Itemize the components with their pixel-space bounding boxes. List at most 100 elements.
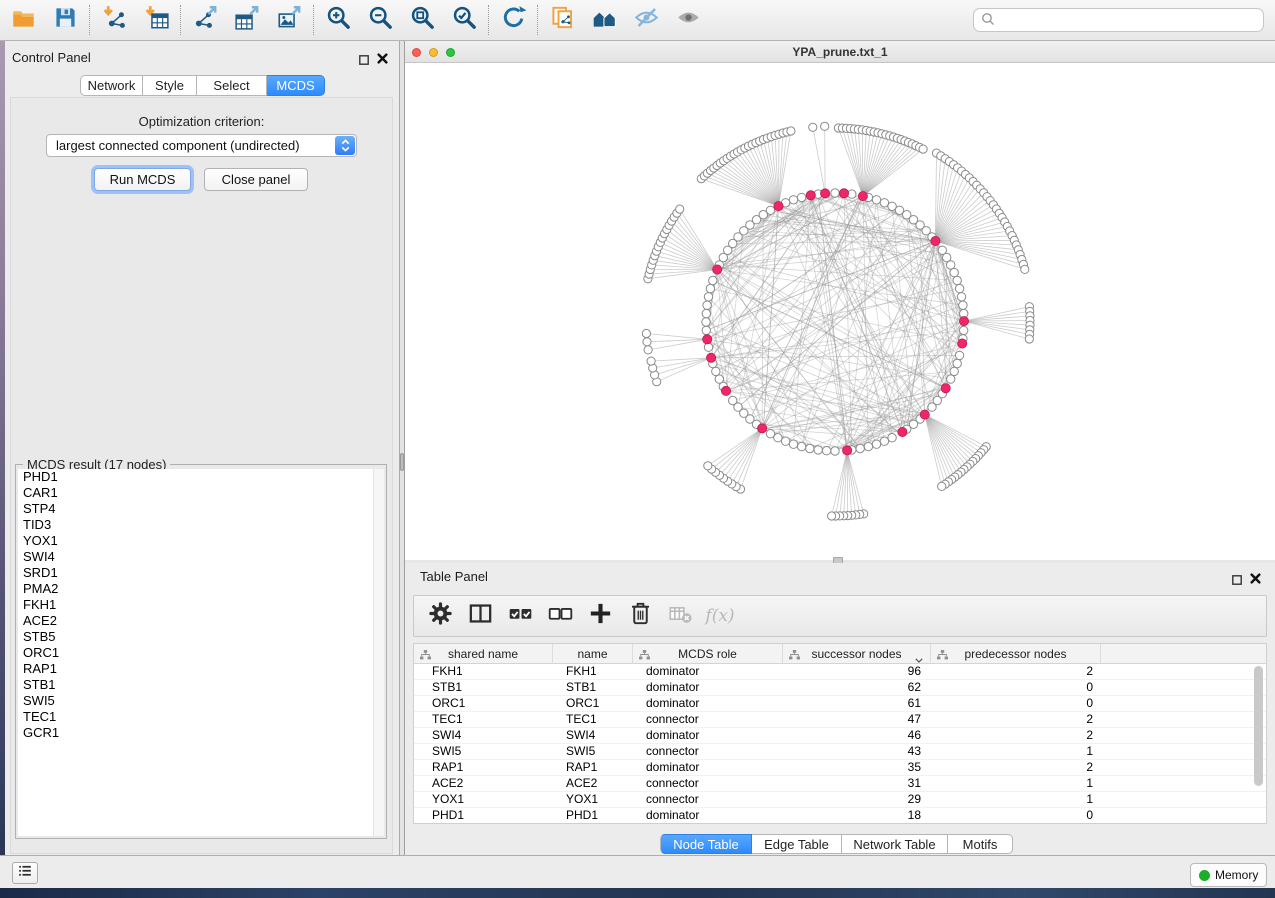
cell[interactable]: dominator	[633, 664, 783, 679]
import-table-button[interactable]	[141, 6, 171, 34]
tab-node-table[interactable]: Node Table	[660, 834, 752, 854]
table-row[interactable]: SWI5SWI5connector431	[414, 744, 1266, 760]
table-row[interactable]: ACE2ACE2connector311	[414, 776, 1266, 792]
status-menu-button[interactable]	[12, 862, 38, 884]
refresh-button[interactable]	[498, 6, 528, 34]
cell[interactable]: FKH1	[414, 664, 553, 679]
table-row[interactable]: TEC1TEC1connector472	[414, 712, 1266, 728]
cell[interactable]: connector	[633, 776, 783, 791]
cell[interactable]: dominator	[633, 760, 783, 775]
memory-button[interactable]: Memory	[1190, 863, 1267, 887]
cell[interactable]: 2	[931, 728, 1101, 743]
column-header-shared-name[interactable]: shared name	[414, 644, 553, 664]
tab-network-table[interactable]: Network Table	[842, 834, 948, 854]
mcds-node-item[interactable]: FKH1	[18, 597, 384, 613]
export-table-button[interactable]	[232, 6, 262, 34]
delete-row-button[interactable]	[626, 602, 654, 630]
cell[interactable]: 1	[931, 776, 1101, 791]
table-row[interactable]: RAP1RAP1dominator352	[414, 760, 1266, 776]
cell[interactable]: PHD1	[414, 808, 553, 823]
split-columns-button[interactable]	[466, 602, 494, 630]
float-icon[interactable]	[1232, 572, 1242, 590]
mcds-node-item[interactable]: RAP1	[18, 661, 384, 677]
cell[interactable]: FKH1	[553, 664, 633, 679]
duplicate-network-button[interactable]	[547, 6, 577, 34]
tab-select[interactable]: Select	[197, 75, 267, 96]
tab-style[interactable]: Style	[143, 75, 197, 96]
tab-edge-table[interactable]: Edge Table	[752, 834, 842, 854]
export-network-button[interactable]	[190, 6, 220, 34]
cell[interactable]: 61	[783, 696, 931, 711]
cell[interactable]: 0	[931, 808, 1101, 823]
cell[interactable]: connector	[633, 744, 783, 759]
cell[interactable]: STB1	[553, 680, 633, 695]
result-scrollbar[interactable]	[373, 469, 384, 836]
add-row-button[interactable]	[586, 602, 614, 630]
cell[interactable]: PHD1	[553, 808, 633, 823]
zoom-fit-button[interactable]	[407, 6, 437, 34]
cell[interactable]: 2	[931, 712, 1101, 727]
cell[interactable]: 35	[783, 760, 931, 775]
mcds-node-item[interactable]: STP4	[18, 501, 384, 517]
search-input[interactable]	[995, 10, 1263, 30]
mcds-node-item[interactable]: TEC1	[18, 709, 384, 725]
cell[interactable]: 29	[783, 792, 931, 807]
table-row[interactable]: FKH1FKH1dominator962	[414, 664, 1266, 680]
cell[interactable]: TEC1	[414, 712, 553, 727]
column-header-MCDS-role[interactable]: MCDS role	[633, 644, 783, 664]
node-table[interactable]: shared namenameMCDS rolesuccessor nodesp…	[413, 643, 1267, 824]
float-icon[interactable]	[359, 52, 369, 70]
cell[interactable]: dominator	[633, 728, 783, 743]
run-mcds-button[interactable]: Run MCDS	[94, 168, 191, 191]
scrollbar-thumb[interactable]	[1254, 666, 1263, 786]
cell[interactable]: RAP1	[414, 760, 553, 775]
cell[interactable]: 96	[783, 664, 931, 679]
cell[interactable]: SWI5	[553, 744, 633, 759]
save-button[interactable]	[50, 6, 80, 34]
splitter-grip[interactable]	[400, 453, 404, 471]
cell[interactable]: YOX1	[414, 792, 553, 807]
cell[interactable]: 1	[931, 792, 1101, 807]
show-all-button[interactable]	[673, 6, 703, 34]
mcds-node-item[interactable]: SWI5	[18, 693, 384, 709]
network-graph[interactable]	[405, 63, 1274, 560]
cell[interactable]: STB1	[414, 680, 553, 695]
mcds-node-item[interactable]: CAR1	[18, 485, 384, 501]
mcds-node-item[interactable]: STB5	[18, 629, 384, 645]
cell[interactable]: RAP1	[553, 760, 633, 775]
cell[interactable]: 46	[783, 728, 931, 743]
table-row[interactable]: YOX1YOX1connector291	[414, 792, 1266, 808]
mcds-node-item[interactable]: SRD1	[18, 565, 384, 581]
mcds-node-item[interactable]: ORC1	[18, 645, 384, 661]
close-icon[interactable]	[377, 51, 388, 69]
cell[interactable]: 2	[931, 760, 1101, 775]
mcds-node-item[interactable]: YOX1	[18, 533, 384, 549]
zoom-selected-button[interactable]	[449, 6, 479, 34]
mcds-node-item[interactable]: PMA2	[18, 581, 384, 597]
mcds-node-item[interactable]: ACE2	[18, 613, 384, 629]
close-panel-button[interactable]: Close panel	[204, 168, 308, 191]
zoom-out-button[interactable]	[365, 6, 395, 34]
mcds-node-item[interactable]: TID3	[18, 517, 384, 533]
cell[interactable]: 43	[783, 744, 931, 759]
table-row[interactable]: STB1STB1dominator620	[414, 680, 1266, 696]
tab-network[interactable]: Network	[80, 75, 143, 96]
cell[interactable]: connector	[633, 792, 783, 807]
tab-motifs[interactable]: Motifs	[948, 834, 1013, 854]
gear-button[interactable]	[426, 602, 454, 630]
mcds-node-item[interactable]: PHD1	[18, 469, 384, 485]
cell[interactable]: YOX1	[553, 792, 633, 807]
cell[interactable]: ACE2	[553, 776, 633, 791]
cell[interactable]: connector	[633, 712, 783, 727]
criterion-select[interactable]: largest connected component (undirected)	[46, 134, 357, 157]
column-header-name[interactable]: name	[553, 644, 633, 664]
cell[interactable]: dominator	[633, 680, 783, 695]
cell[interactable]: ACE2	[414, 776, 553, 791]
mcds-result-list[interactable]: PHD1CAR1STP4TID3YOX1SWI4SRD1PMA2FKH1ACE2…	[18, 469, 384, 836]
cell[interactable]: 47	[783, 712, 931, 727]
mcds-node-item[interactable]: STB1	[18, 677, 384, 693]
deselect-all-button[interactable]	[546, 602, 574, 630]
cell[interactable]: 1	[931, 744, 1101, 759]
cell[interactable]: 62	[783, 680, 931, 695]
cell[interactable]: dominator	[633, 808, 783, 823]
